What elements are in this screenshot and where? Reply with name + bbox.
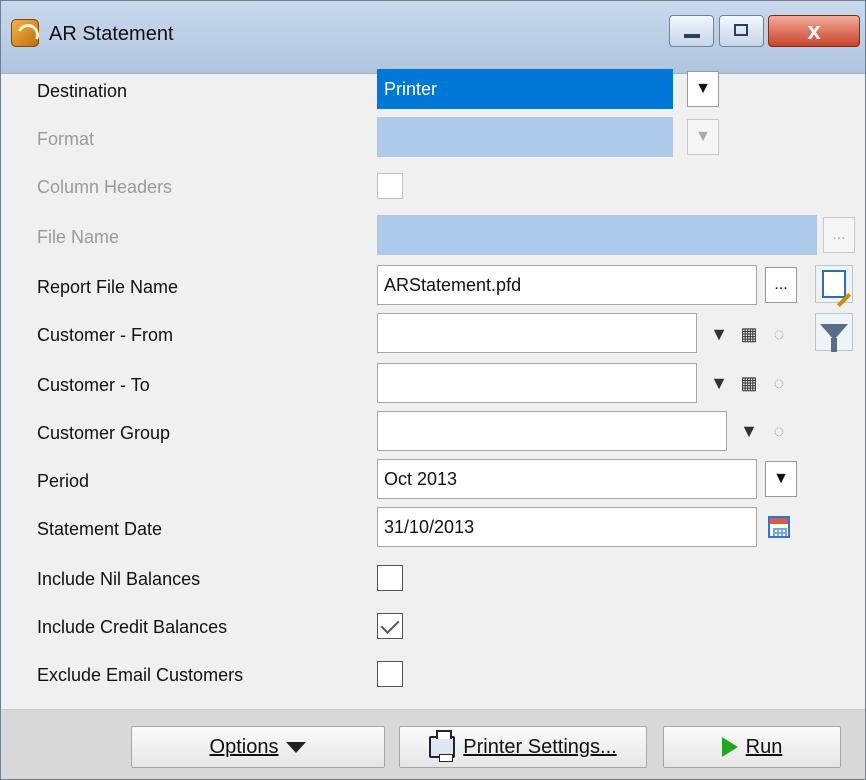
customer-to-field[interactable] (377, 363, 697, 403)
exclude-email-customers-label: Exclude Email Customers (37, 665, 244, 685)
include-credit-balances-checkbox[interactable] (377, 613, 403, 639)
calendar-glyph-icon (768, 516, 790, 538)
run-label: Run (745, 736, 783, 758)
title-bar: AR Statement x (1, 1, 865, 74)
format-select[interactable] (377, 117, 673, 157)
options-label: Options (209, 736, 279, 758)
customer-to-dropdown-button[interactable]: ▼ (705, 365, 733, 401)
period-field[interactable]: Oct 2013 (377, 459, 757, 499)
report-file-browse-button[interactable]: ... (765, 267, 797, 303)
filter-icon[interactable] (815, 313, 853, 352)
customer-from-label: Customer - From (37, 325, 174, 345)
calendar-icon[interactable] (765, 509, 793, 545)
destination-dropdown-button[interactable]: ▼ (687, 71, 719, 107)
app-icon (11, 19, 39, 47)
minimize-button[interactable] (669, 15, 714, 47)
include-credit-balances-label: Include Credit Balances (37, 617, 228, 637)
file-name-label: File Name (37, 227, 120, 247)
edit-report-icon[interactable] (815, 265, 853, 303)
close-icon: x (807, 18, 821, 45)
document-icon (822, 270, 846, 298)
window-title: AR Statement (49, 23, 174, 45)
period-label: Period (37, 471, 90, 491)
customer-from-dropdown-button[interactable]: ▼ (705, 316, 733, 352)
run-button[interactable]: Run (663, 726, 841, 768)
column-headers-checkbox[interactable] (377, 173, 403, 199)
options-button[interactable]: Options (131, 726, 385, 768)
include-nil-balances-label: Include Nil Balances (37, 569, 201, 589)
lightbulb-icon[interactable]: ◌ (765, 413, 793, 449)
format-dropdown-button[interactable]: ▼ (687, 119, 719, 155)
format-label: Format (37, 129, 95, 149)
file-name-browse-button[interactable]: ... (823, 217, 855, 253)
close-button[interactable]: x (768, 15, 860, 47)
lightbulb-icon[interactable]: ◌ (765, 365, 793, 401)
column-headers-label: Column Headers (37, 177, 173, 197)
ar-statement-window: AR Statement x Destination Printer ▼ For… (0, 0, 866, 780)
exclude-email-customers-checkbox[interactable] (377, 661, 403, 687)
report-file-name-field[interactable]: ARStatement.pfd (377, 265, 757, 305)
customer-group-field[interactable] (377, 411, 727, 451)
chevron-down-icon (286, 741, 307, 753)
binoculars-icon[interactable]: ▦ (735, 365, 763, 401)
lightbulb-icon[interactable]: ◌ (765, 316, 793, 352)
customer-to-label: Customer - To (37, 375, 150, 395)
printer-settings-button[interactable]: Printer Settings... (399, 726, 647, 768)
destination-label: Destination (37, 81, 128, 101)
funnel-icon (820, 324, 848, 352)
printer-icon (429, 730, 456, 762)
run-icon (721, 737, 738, 757)
binoculars-icon[interactable]: ▦ (735, 316, 763, 352)
maximize-button[interactable] (719, 15, 764, 47)
printer-settings-label: Printer Settings... (463, 736, 617, 758)
customer-from-field[interactable] (377, 313, 697, 353)
destination-select[interactable]: Printer (377, 69, 673, 109)
customer-group-dropdown-button[interactable]: ▼ (735, 413, 763, 449)
include-nil-balances-checkbox[interactable] (377, 565, 403, 591)
period-dropdown-button[interactable]: ▼ (765, 461, 797, 497)
file-name-field[interactable] (377, 215, 817, 255)
statement-date-label: Statement Date (37, 519, 163, 539)
statement-date-field[interactable]: 31/10/2013 (377, 507, 757, 547)
report-file-name-label: Report File Name (37, 277, 179, 297)
customer-group-label: Customer Group (37, 423, 171, 443)
